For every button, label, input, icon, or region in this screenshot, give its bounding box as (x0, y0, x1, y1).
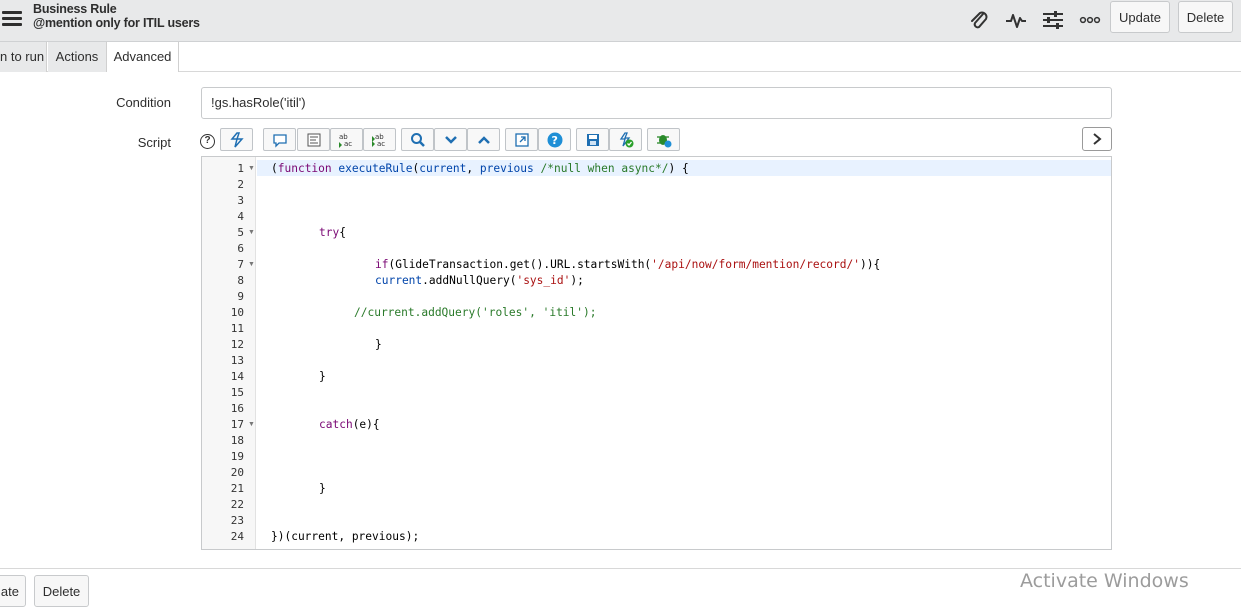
fold-arrow-icon[interactable]: ▼ (248, 261, 255, 268)
script-help-icon[interactable]: ? (538, 128, 571, 151)
line-number: 5 (237, 226, 244, 239)
svg-text:ac: ac (377, 140, 385, 148)
code-line-12: } (375, 338, 382, 351)
line-number: 7 (237, 258, 244, 271)
more-options-icon[interactable] (1078, 8, 1102, 32)
line-number: 4 (237, 210, 244, 223)
comment-icon[interactable] (263, 128, 296, 151)
line-number: 11 (230, 322, 244, 335)
sliders-icon[interactable] (1041, 8, 1065, 32)
record-name-subtitle: @mention only for ITIL users (33, 16, 200, 30)
fold-arrow-icon[interactable]: ▼ (248, 421, 255, 428)
search-icon[interactable] (401, 128, 434, 151)
delete-button[interactable]: Delete (1178, 1, 1233, 33)
syntax-check-icon[interactable] (609, 128, 642, 151)
svg-text:ac: ac (344, 140, 352, 148)
script-debugger-icon[interactable] (647, 128, 680, 151)
condition-field[interactable]: !gs.hasRole('itil') (201, 87, 1112, 119)
code-line-10: //current.addQuery('roles', 'itil'); (354, 306, 597, 319)
line-number: 21 (230, 482, 244, 495)
expand-toolbar-chevron-icon[interactable] (1082, 127, 1112, 151)
save-icon[interactable] (576, 128, 609, 151)
hamburger-menu-icon[interactable] (2, 11, 22, 27)
find-next-icon[interactable] (434, 128, 467, 151)
fullscreen-icon[interactable] (505, 128, 538, 151)
bottom-divider (0, 568, 1241, 569)
code-line-5: try{ (319, 226, 346, 239)
title-block: Business Rule @mention only for ITIL use… (33, 2, 200, 30)
bottom-delete-button[interactable]: Delete (34, 575, 89, 607)
format-code-icon[interactable] (297, 128, 330, 151)
line-number: 24 (230, 530, 244, 543)
condition-label: Condition (116, 95, 171, 110)
code-line-1: (function executeRule(current, previous … (271, 162, 689, 175)
line-number: 8 (237, 274, 244, 287)
line-number: 6 (237, 242, 244, 255)
record-type-title: Business Rule (33, 2, 117, 16)
tab-when-to-run[interactable]: n to run (0, 42, 47, 72)
svg-text:?: ? (551, 134, 557, 147)
line-number: 23 (230, 514, 244, 527)
code-line-21: } (319, 482, 326, 495)
activate-windows-watermark: Activate Windows (1020, 570, 1189, 592)
code-line-7: if(GlideTransaction.get().URL.startsWith… (375, 258, 881, 271)
line-number: 19 (230, 450, 244, 463)
form-header: Business Rule @mention only for ITIL use… (0, 0, 1241, 42)
line-number: 12 (230, 338, 244, 351)
form-tabs: n to run Actions Advanced (0, 42, 1241, 72)
tab-advanced[interactable]: Advanced (107, 42, 179, 72)
toggle-syntax-editor-icon[interactable] (220, 128, 253, 151)
line-number: 9 (237, 290, 244, 303)
tab-actions[interactable]: Actions (48, 42, 107, 72)
line-number: 15 (230, 386, 244, 399)
replace-all-icon[interactable]: ab ac (363, 128, 396, 151)
activity-icon[interactable] (1004, 8, 1028, 32)
help-icon[interactable]: ? (200, 134, 215, 149)
line-number: 22 (230, 498, 244, 511)
replace-icon[interactable]: ab ac (330, 128, 363, 151)
line-number: 3 (237, 194, 244, 207)
code-line-8: current.addNullQuery('sys_id'); (375, 274, 584, 287)
paperclip-icon[interactable] (967, 8, 991, 32)
line-number: 13 (230, 354, 244, 367)
line-number: 2 (237, 178, 244, 191)
code-line-24: })(current, previous); (271, 530, 420, 543)
line-number: 18 (230, 434, 244, 447)
script-editor[interactable]: 1 ▼ 2 3 4 5 ▼ 6 7 ▼ 8 9 10 11 12 13 14 15 16 17 ▼ 18 19 20 21 22 2… (201, 156, 1112, 550)
line-number: 16 (230, 402, 244, 415)
update-button[interactable]: Update (1110, 1, 1170, 33)
line-number: 20 (230, 466, 244, 479)
fold-arrow-icon[interactable]: ▼ (248, 165, 255, 172)
script-label: Script (137, 135, 171, 150)
code-line-17: catch(e){ (319, 418, 380, 431)
line-number: 1 (237, 162, 244, 175)
line-number: 10 (230, 306, 244, 319)
bottom-update-button[interactable]: ate (0, 575, 26, 607)
find-previous-icon[interactable] (467, 128, 500, 151)
code-line-14: } (319, 370, 326, 383)
fold-arrow-icon[interactable]: ▼ (248, 229, 255, 236)
line-number: 17 (230, 418, 244, 431)
line-number: 14 (230, 370, 244, 383)
